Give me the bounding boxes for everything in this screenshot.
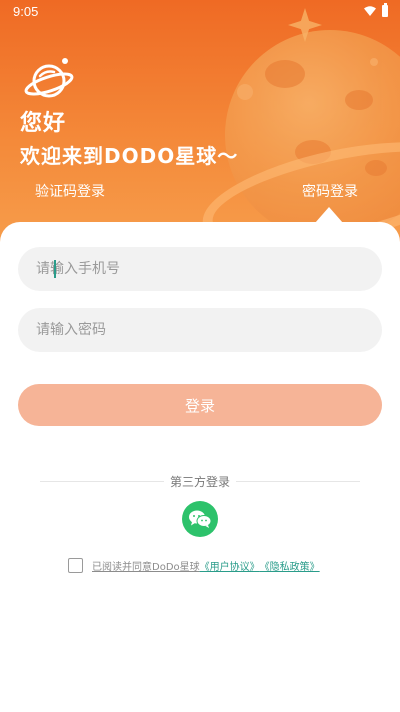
text-caret bbox=[54, 260, 56, 278]
privacy-policy-link[interactable]: 《隐私政策》 bbox=[260, 558, 320, 573]
login-button[interactable]: 登录 bbox=[18, 384, 382, 426]
user-agreement-link[interactable]: 《用户协议》 bbox=[200, 558, 260, 573]
password-input[interactable] bbox=[18, 308, 356, 352]
third-party-login-label: 第三方登录 bbox=[169, 475, 230, 489]
planet-logo-icon bbox=[24, 58, 74, 98]
decor-dot bbox=[370, 58, 378, 66]
agreement-row: 已阅读并同意DoDo星球 《用户协议》 《隐私政策》 bbox=[68, 558, 320, 573]
wifi-icon bbox=[364, 6, 376, 16]
agreement-text: 已阅读并同意DoDo星球 bbox=[92, 562, 200, 573]
greeting-heading: 您好 bbox=[20, 111, 67, 136]
tab-password-login[interactable]: 密码登录 bbox=[302, 181, 358, 201]
agreement-checkbox[interactable] bbox=[68, 558, 83, 573]
phone-input[interactable] bbox=[18, 247, 356, 291]
active-tab-indicator bbox=[315, 207, 343, 223]
status-bar: 9:05 bbox=[0, 0, 400, 24]
password-field[interactable] bbox=[18, 308, 382, 352]
wechat-icon bbox=[189, 510, 212, 528]
login-card bbox=[0, 222, 400, 712]
tab-sms-login[interactable]: 验证码登录 bbox=[35, 181, 105, 201]
battery-icon bbox=[382, 3, 388, 17]
welcome-heading: 欢迎来到DODO星球～ bbox=[20, 144, 239, 168]
wechat-login-button[interactable] bbox=[182, 501, 218, 537]
status-time: 9:05 bbox=[13, 4, 39, 19]
phone-field[interactable] bbox=[18, 247, 382, 291]
decor-dot bbox=[237, 84, 253, 100]
